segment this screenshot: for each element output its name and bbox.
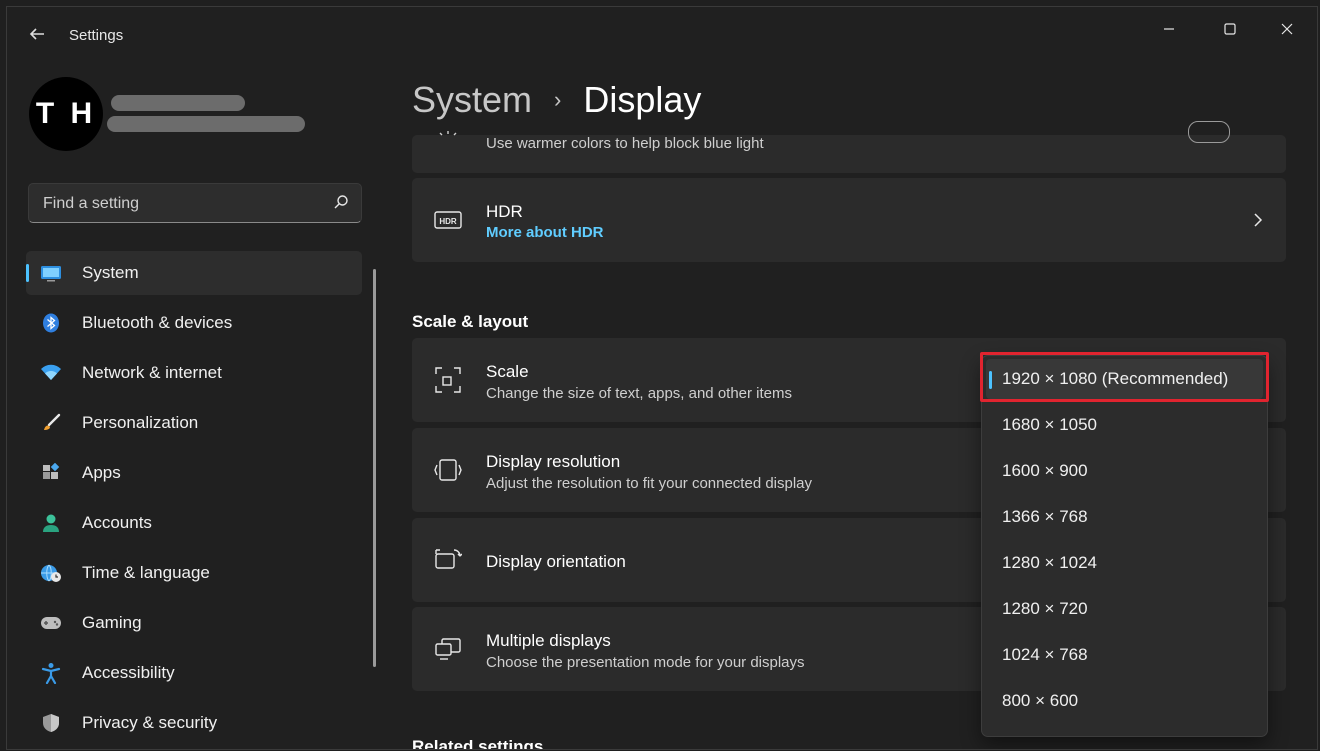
- close-icon[interactable]: [1267, 17, 1307, 45]
- person-icon: [40, 512, 62, 534]
- search-input[interactable]: [41, 184, 325, 224]
- back-arrow-icon[interactable]: [25, 25, 49, 49]
- globe-clock-icon: [40, 562, 62, 584]
- shield-icon: [40, 712, 62, 734]
- page-title: Display: [583, 79, 702, 120]
- resolution-option[interactable]: 1024 × 768: [982, 635, 1267, 675]
- resolution-icon: [434, 459, 462, 481]
- sidebar-item-time-language[interactable]: Time & language: [26, 551, 362, 595]
- brush-icon: [40, 412, 62, 434]
- breadcrumb: System › Display: [412, 79, 701, 121]
- accessibility-icon: [40, 662, 62, 684]
- sidebar-item-system[interactable]: System: [26, 251, 362, 295]
- resolution-option[interactable]: 800 × 600: [982, 681, 1267, 721]
- multiple-displays-description: Choose the presentation mode for your di…: [486, 654, 805, 671]
- sidebar-item-network[interactable]: Network & internet: [26, 351, 362, 395]
- section-related-settings: Related settings: [412, 737, 544, 750]
- wifi-icon: [40, 362, 62, 384]
- bluetooth-icon: [40, 312, 62, 334]
- apps-icon: [40, 462, 62, 484]
- hdr-link[interactable]: More about HDR: [486, 224, 604, 241]
- sidebar-item-label: Bluetooth & devices: [82, 313, 233, 332]
- multiple-displays-icon: [435, 638, 461, 660]
- gamepad-icon: [40, 612, 62, 634]
- settings-window: Settings T H System Bluetooth & devices: [6, 6, 1318, 750]
- minimize-icon[interactable]: [1149, 17, 1189, 45]
- hdr-card[interactable]: HDR HDR More about HDR: [412, 178, 1286, 262]
- sidebar-item-apps[interactable]: Apps: [26, 451, 362, 495]
- sidebar-item-privacy[interactable]: Privacy & security: [26, 701, 362, 745]
- resolution-option[interactable]: 1366 × 768: [982, 497, 1267, 537]
- sidebar-item-label: Apps: [82, 463, 121, 482]
- resolution-option[interactable]: 1280 × 720: [982, 589, 1267, 629]
- sidebar-item-accessibility[interactable]: Accessibility: [26, 651, 362, 695]
- app-title: Settings: [69, 27, 124, 44]
- account-email-redacted: [107, 116, 305, 132]
- search-box[interactable]: [28, 183, 362, 224]
- svg-text:HDR: HDR: [439, 217, 457, 226]
- orientation-title: Display orientation: [486, 552, 626, 571]
- chevron-right-icon: [1254, 213, 1263, 227]
- sidebar-item-gaming[interactable]: Gaming: [26, 601, 362, 645]
- monitor-icon: [40, 262, 62, 284]
- sidebar-item-label: Time & language: [82, 563, 210, 582]
- resolution-option[interactable]: 1680 × 1050: [982, 405, 1267, 445]
- avatar[interactable]: T H: [29, 77, 103, 151]
- breadcrumb-system[interactable]: System: [412, 79, 532, 121]
- resolution-option[interactable]: 1280 × 1024: [982, 543, 1267, 583]
- sidebar-scrollbar[interactable]: [373, 269, 376, 667]
- hdr-title: HDR: [486, 202, 523, 221]
- night-light-card[interactable]: Use warmer colors to help block blue lig…: [412, 121, 1286, 173]
- sun-icon: [439, 131, 457, 136]
- sidebar-item-label: Gaming: [82, 613, 142, 632]
- resolution-title: Display resolution: [486, 452, 621, 471]
- scale-description: Change the size of text, apps, and other…: [486, 385, 793, 402]
- night-light-toggle[interactable]: [1188, 121, 1230, 143]
- resolution-dropdown[interactable]: 1920 × 1080 (Recommended) 1680 × 1050 16…: [981, 355, 1268, 737]
- section-scale-layout: Scale & layout: [412, 312, 529, 331]
- scale-title: Scale: [486, 362, 529, 381]
- sidebar-item-bluetooth[interactable]: Bluetooth & devices: [26, 301, 362, 345]
- sidebar-item-label: Privacy & security: [82, 713, 218, 732]
- sidebar-item-label: Personalization: [82, 413, 199, 432]
- sidebar-item-label: Network & internet: [82, 363, 222, 382]
- sidebar-item-label: Accessibility: [82, 663, 175, 682]
- resolution-option[interactable]: 1920 × 1080 (Recommended): [986, 359, 1263, 399]
- scale-icon: [435, 367, 461, 393]
- sidebar-item-personalization[interactable]: Personalization: [26, 401, 362, 445]
- hdr-icon: HDR: [434, 211, 462, 229]
- resolution-description: Adjust the resolution to fit your connec…: [486, 475, 813, 492]
- multiple-displays-title: Multiple displays: [486, 631, 611, 650]
- sidebar-item-label: System: [82, 263, 139, 282]
- maximize-icon[interactable]: [1210, 17, 1250, 45]
- orientation-icon: [435, 549, 462, 569]
- sidebar-item-label: Accounts: [82, 513, 152, 532]
- chevron-right-icon: ›: [554, 87, 562, 112]
- night-light-description: Use warmer colors to help block blue lig…: [486, 135, 764, 152]
- resolution-option[interactable]: 1600 × 900: [982, 451, 1267, 491]
- sidebar-nav: System Bluetooth & devices Network & int…: [26, 251, 362, 749]
- sidebar-item-accounts[interactable]: Accounts: [26, 501, 362, 545]
- search-icon[interactable]: [333, 194, 349, 210]
- account-name-redacted: [111, 95, 245, 111]
